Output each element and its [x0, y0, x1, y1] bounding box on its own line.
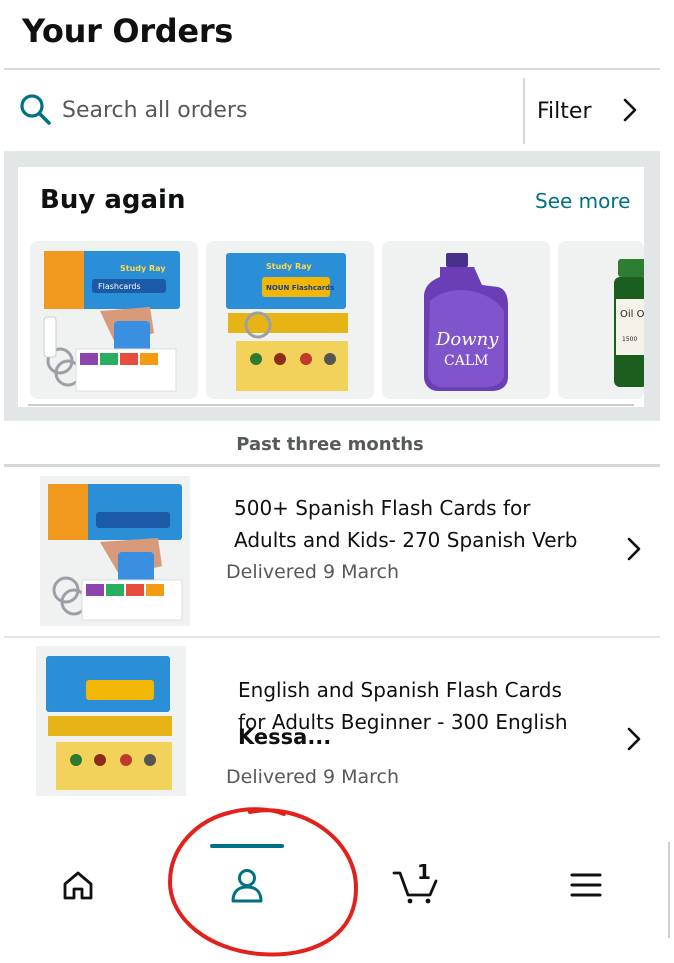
- order-item-2[interactable]: English and Spanish Flash Cards for Adul…: [4, 640, 660, 806]
- order-title-line: Adults and Kids- 270 Spanish Verb: [234, 528, 578, 552]
- buy-again-product-2[interactable]: Study Ray NOUN Flashcards: [206, 241, 374, 399]
- order-divider: [4, 636, 660, 638]
- bottom-nav: 1: [0, 830, 674, 963]
- nav-active-indicator: [210, 844, 284, 848]
- order-thumbnail: [40, 476, 190, 626]
- nav-account[interactable]: [217, 860, 277, 910]
- nav-home[interactable]: [48, 860, 108, 910]
- see-more-link[interactable]: See more: [535, 189, 630, 213]
- cart-count-badge: 1: [417, 860, 431, 884]
- product-badge-text: 1500: [622, 336, 637, 343]
- chevron-right-icon: [627, 727, 641, 751]
- page-title: Your Orders: [22, 12, 234, 50]
- cart-icon: [392, 871, 438, 904]
- product-brand-text: Study Ray: [266, 262, 312, 271]
- product-image: Study Ray Flashcards: [36, 245, 184, 395]
- buy-again-product-4[interactable]: Oil Oreg 1500: [558, 241, 644, 399]
- product-image: Study Ray NOUN Flashcards: [206, 241, 374, 399]
- order-title-line: English and Spanish Flash Cards: [238, 678, 562, 702]
- buy-again-title: Buy again: [40, 185, 186, 215]
- product-brand-text: Downy: [435, 329, 499, 350]
- nav-cart[interactable]: [385, 860, 445, 910]
- order-title-line: 500+ Spanish Flash Cards for: [234, 496, 531, 520]
- order-title: 500+ Spanish Flash Cards for Adults and …: [234, 492, 594, 556]
- order-status: Delivered 9 March: [226, 561, 400, 583]
- chevron-right-icon: [623, 98, 637, 122]
- product-brand-text: Study Ray: [120, 264, 166, 273]
- nav-menu[interactable]: [556, 860, 616, 910]
- filter-button[interactable]: Filter: [537, 90, 662, 132]
- product-image: Downy CALM: [382, 241, 550, 399]
- product-badge-text: Flashcards: [98, 282, 141, 291]
- search-row: Filter: [4, 70, 660, 150]
- menu-icon: [570, 873, 602, 897]
- home-icon: [63, 871, 93, 900]
- chevron-right-icon: [627, 537, 641, 561]
- edge-line: [668, 842, 670, 938]
- buy-again-section: Buy again See more Study Ray Flashcards: [4, 151, 660, 421]
- order-status: Delivered 9 March: [226, 766, 400, 788]
- order-item-1[interactable]: 500+ Spanish Flash Cards for Adults and …: [4, 470, 660, 636]
- filter-label: Filter: [537, 98, 592, 124]
- product-image: Oil Oreg 1500: [558, 241, 644, 399]
- account-icon: [231, 869, 263, 903]
- order-thumbnail: [36, 646, 186, 796]
- product-badge-text: CALM: [444, 353, 488, 369]
- section-divider: [4, 464, 660, 467]
- order-title: English and Spanish Flash Cards for Adul…: [238, 674, 598, 748]
- section-label: Past three months: [236, 434, 424, 455]
- buy-again-card: Buy again See more Study Ray Flashcards: [18, 167, 644, 407]
- product-badge-text: NOUN Flashcards: [266, 284, 334, 292]
- search-input[interactable]: [62, 90, 502, 130]
- filter-divider: [523, 78, 525, 144]
- product-brand-text: Oil Oreg: [620, 309, 644, 320]
- buy-again-product-1[interactable]: Study Ray Flashcards: [30, 241, 198, 399]
- carousel-scroll-line: [28, 404, 634, 406]
- buy-again-product-3[interactable]: Downy CALM: [382, 241, 550, 399]
- search-icon[interactable]: [18, 92, 52, 126]
